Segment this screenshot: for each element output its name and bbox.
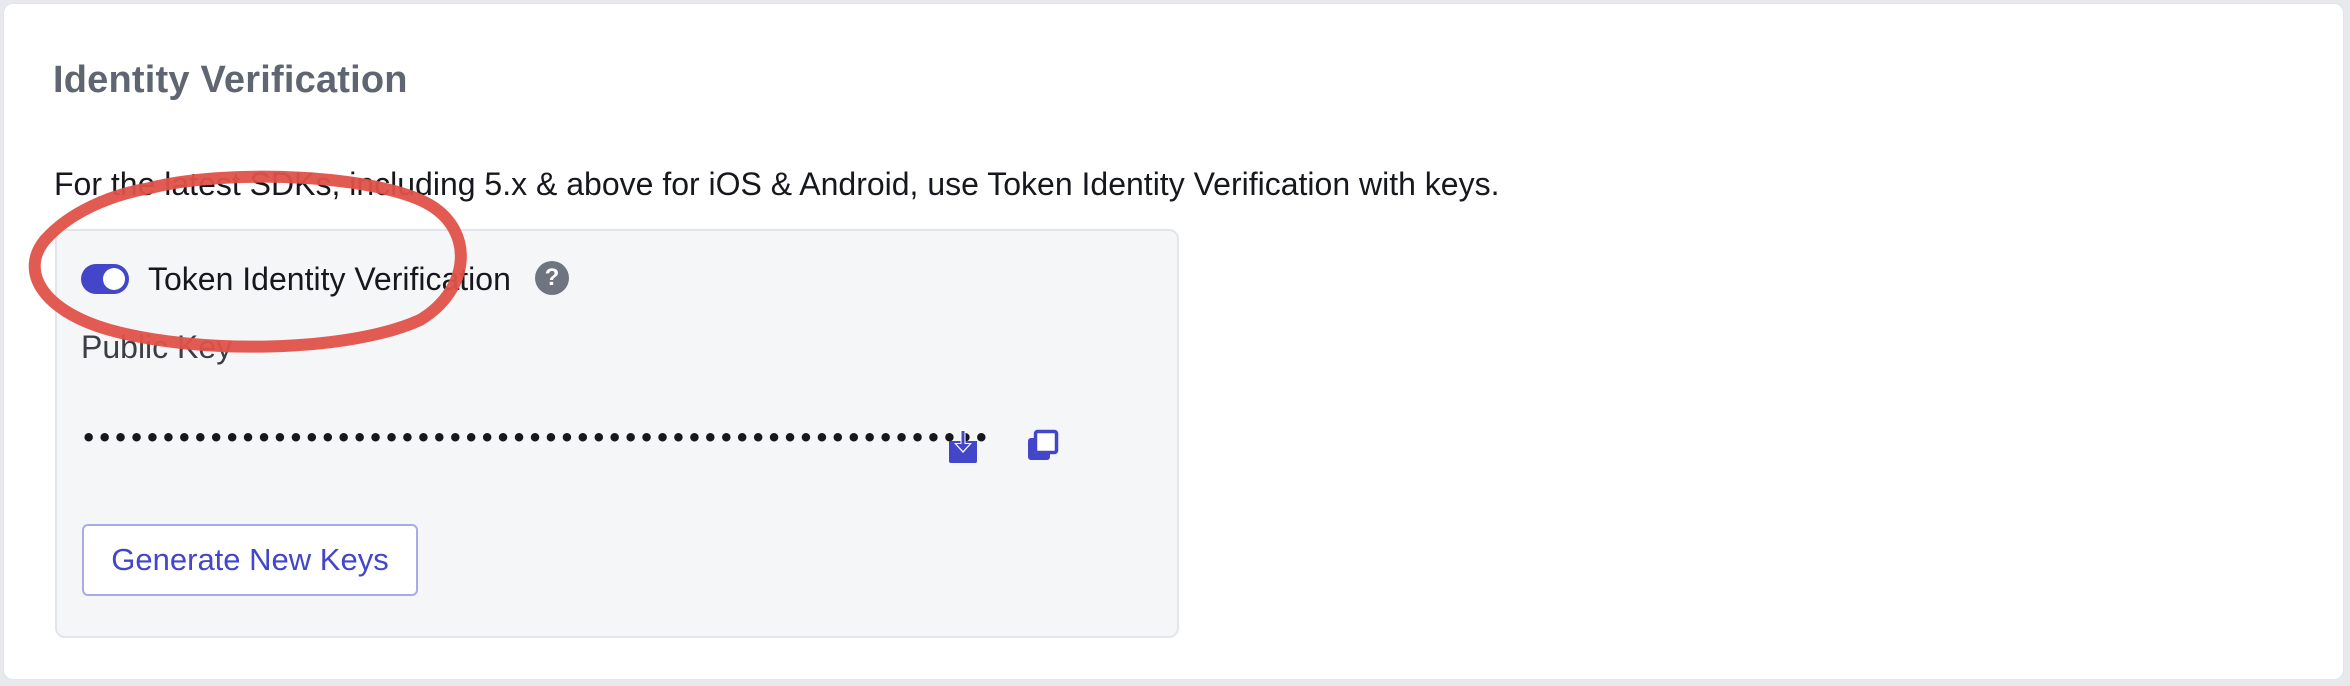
- toggle-knob: [103, 268, 125, 290]
- copy-icon[interactable]: [1023, 425, 1063, 465]
- help-circle-icon[interactable]: ?: [535, 261, 569, 295]
- generate-new-keys-button[interactable]: Generate New Keys: [82, 524, 418, 596]
- identity-verification-card: Identity Verification For the latest SDK…: [3, 3, 2344, 680]
- download-icon[interactable]: [943, 427, 983, 467]
- public-key-label: Public Key: [81, 329, 233, 365]
- token-verification-toggle[interactable]: [81, 264, 129, 294]
- section-description: For the latest SDKs, including 5.x & abo…: [54, 166, 1500, 202]
- token-verification-label: Token Identity Verification: [148, 261, 511, 297]
- public-key-value: ••••••••••••••••••••••••••••••••••••••••…: [81, 424, 990, 452]
- token-verification-panel: Token Identity Verification ? Public Key…: [55, 229, 1179, 638]
- section-title: Identity Verification: [53, 59, 408, 101]
